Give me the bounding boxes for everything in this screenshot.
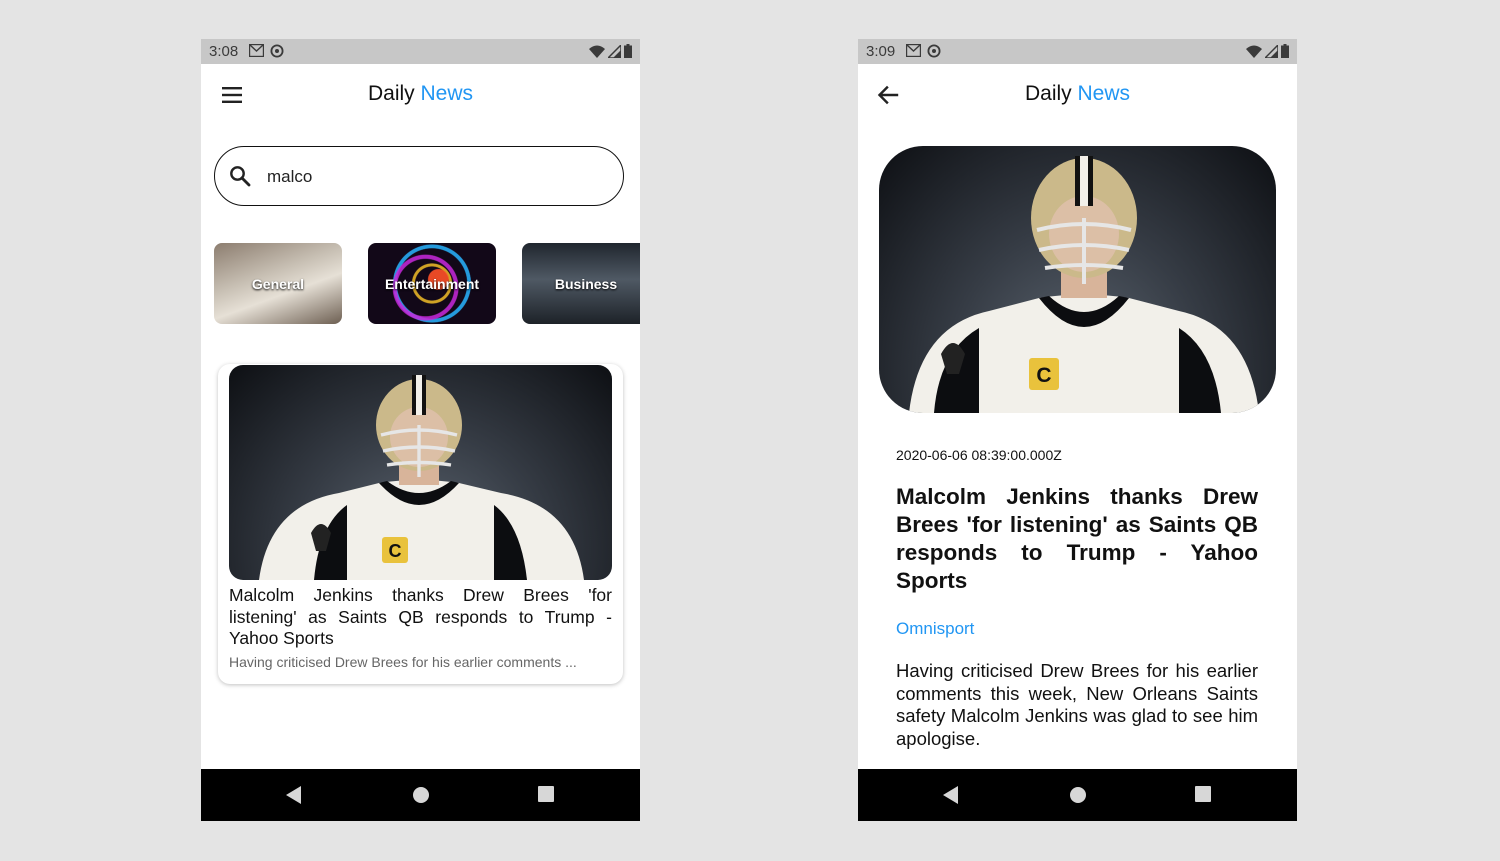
nav-recents-icon[interactable] [1195,786,1211,802]
app-title: Daily News [201,82,640,106]
app-title-daily: Daily [367,82,421,105]
category-list: General Entertainment Business [214,243,640,325]
nav-recents-icon[interactable] [538,786,554,802]
signal-icon [608,44,621,58]
article-image: C [229,365,612,580]
category-business[interactable]: Business [522,243,640,324]
wifi-icon [1246,45,1262,58]
category-label: Entertainment [384,275,480,292]
search-bar[interactable] [214,146,624,206]
gmail-icon [249,44,264,57]
app-title: Daily News [858,82,1297,106]
signal-icon [1265,44,1278,58]
app-bar: Daily News [858,64,1297,126]
category-entertainment[interactable]: Entertainment [368,243,496,324]
news-card[interactable]: C Malcolm Jenkins thanks Drew Brees 'for… [218,364,623,684]
category-label: Business [554,275,618,292]
battery-icon [1281,44,1289,58]
wifi-icon [589,45,605,58]
article-description: Having criticised Drew Brees for his ear… [896,660,1258,749]
category-label: General [251,275,305,292]
article-title: Malcolm Jenkins thanks Drew Brees 'for l… [229,585,612,648]
status-bar: 3:08 [201,39,640,64]
system-nav-bar [858,769,1297,821]
status-time: 3:08 [209,43,239,60]
svg-text:C: C [389,541,402,561]
search-input[interactable] [265,161,599,193]
status-bar: 3:09 [858,39,1297,64]
battery-icon [624,44,632,58]
article-title: Malcolm Jenkins thanks Drew Brees 'for l… [896,484,1258,593]
system-nav-bar [201,769,640,821]
gmail-icon [906,44,921,57]
nav-home-icon[interactable] [1069,786,1087,804]
nav-back-icon[interactable] [286,786,302,804]
category-general[interactable]: General [214,243,342,324]
svg-text:C: C [1036,364,1051,387]
nav-home-icon[interactable] [412,786,430,804]
app-title-news: News [420,82,474,105]
article-description: Having criticised Drew Brees for his ear… [229,654,577,670]
article-source-link[interactable]: Omnisport [896,619,974,639]
nav-back-icon[interactable] [943,786,959,804]
app-bar: Daily News [201,64,640,126]
sync-icon [927,44,941,58]
article-detail-screen: 3:09 Daily News C 2020-06-06 08:39:00.00… [858,39,1297,821]
status-time: 3:09 [866,43,896,60]
published-timestamp: 2020-06-06 08:39:00.000Z [896,447,1062,463]
search-screen: 3:08 Daily News General Entertainment Bu… [201,39,640,821]
app-title-daily: Daily [1024,82,1078,105]
app-title-news: News [1077,82,1131,105]
sync-icon [270,44,284,58]
article-image: C [879,146,1276,413]
search-icon [230,166,251,187]
